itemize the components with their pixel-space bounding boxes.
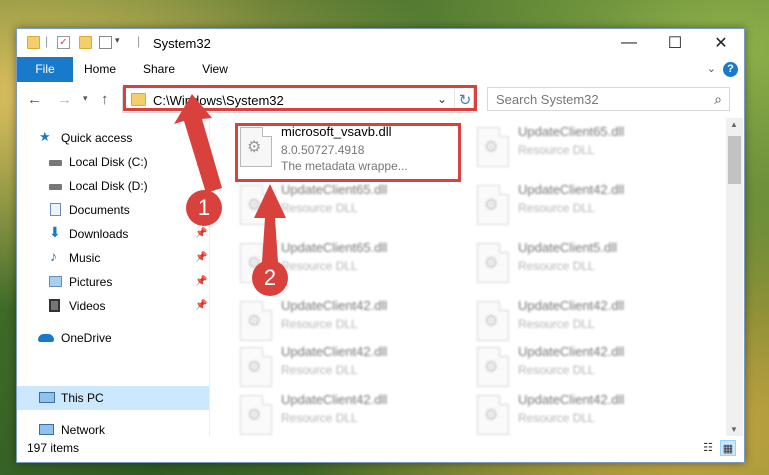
callout-2: 2 <box>252 260 288 296</box>
arrow-2 <box>254 184 286 262</box>
callout-1: 1 <box>186 190 222 226</box>
annotation-arrows <box>174 94 286 262</box>
arrow-1 <box>174 94 222 193</box>
